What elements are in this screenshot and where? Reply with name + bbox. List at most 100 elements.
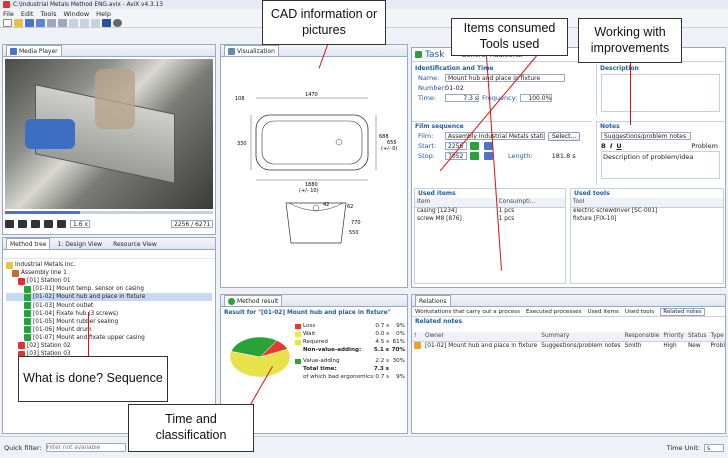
table-row[interactable]: [01-02] Mount hub and place in fixture S…	[412, 341, 725, 351]
tab-used-items[interactable]: Used items	[588, 309, 619, 315]
tab-media-player[interactable]: Media Player	[6, 45, 62, 56]
copy-icon[interactable]	[80, 18, 89, 27]
settings-icon[interactable]	[113, 18, 122, 27]
tree-item-label: [02] Station 02	[27, 342, 71, 349]
tab-method-tree[interactable]: Method tree	[6, 238, 51, 249]
used-tools-section: Used tools Tool electric screwdriver [SC…	[570, 188, 724, 284]
film-field[interactable]: Assembly Industrial Metals station 1.mj	[445, 132, 545, 140]
notes-text[interactable]: Description of problem/idea	[601, 151, 720, 179]
time-unit-select[interactable]: s	[704, 443, 724, 452]
frequency-field[interactable]: 100.0%	[520, 94, 553, 102]
task-icon	[24, 285, 31, 293]
window-title: C:\Industrial Metals Method ENG.avix - A…	[13, 1, 163, 8]
cut-icon[interactable]	[69, 18, 78, 27]
tab-used-tools[interactable]: Used tools	[625, 309, 654, 315]
folder-icon	[6, 261, 13, 269]
notes-dropdown[interactable]: Suggestions/problem notes	[601, 132, 691, 140]
legend-swatch	[295, 348, 301, 353]
tab-related-notes[interactable]: Related notes	[660, 307, 705, 316]
notes-section: Notes Suggestions/problem notes BIU Prob…	[596, 121, 724, 185]
tree-item[interactable]: [01-01] Mount temp. sensor on casing	[6, 285, 212, 293]
task-panel: Task General Additional Identification a…	[411, 47, 726, 288]
open-icon[interactable]	[14, 18, 23, 27]
table-row[interactable]: screw M8 [876] 1 pcs	[415, 215, 565, 223]
tree-item[interactable]: Industrial Metals Inc.	[6, 261, 212, 269]
folder-icon	[18, 277, 25, 285]
film-icon	[10, 47, 17, 55]
dim-left: 330	[237, 141, 247, 147]
tree-item[interactable]: [01-06] Mount drum	[6, 326, 212, 334]
time-field[interactable]: 7.3 s	[445, 94, 479, 102]
save-icon[interactable]	[25, 18, 34, 27]
tree-item-label: [01-03] Mount outlet	[33, 302, 94, 309]
result-time: 2.2 s	[375, 358, 389, 364]
redo-icon[interactable]	[58, 18, 67, 27]
tab-workstations[interactable]: Workstations that carry out a process	[415, 309, 520, 315]
rewind-button[interactable]	[18, 220, 27, 228]
forward-button[interactable]	[44, 220, 53, 228]
media-timeline[interactable]	[5, 211, 213, 214]
set-stop-icon[interactable]	[470, 152, 479, 160]
quick-filter-input[interactable]	[45, 443, 126, 452]
tab-executed-processes[interactable]: Executed processes	[526, 309, 582, 315]
speed-field[interactable]: 1.6 x	[70, 220, 90, 228]
tab-relations[interactable]: Relations	[415, 295, 451, 306]
table-row[interactable]: electric screwdriver [SC-001]	[571, 207, 723, 215]
relations-panel: Relations Workstations that carry out a …	[411, 294, 726, 434]
play-button[interactable]	[31, 220, 40, 228]
tree-item[interactable]: [01-02] Mount hub and place in fixture	[6, 293, 212, 302]
frame-counter[interactable]: 2256 / 6271	[171, 220, 213, 228]
tree-item[interactable]: [02] Station 02	[6, 342, 212, 350]
note-icon	[414, 341, 421, 349]
set-start-icon[interactable]	[470, 142, 479, 150]
tree-item[interactable]: [01-05] Mount rubber sealing	[6, 318, 212, 326]
underline-icon[interactable]: U	[616, 142, 621, 150]
arrow-improve	[630, 63, 631, 125]
table-row[interactable]: fixture [FIX-10]	[571, 215, 723, 223]
italic-icon[interactable]: I	[610, 142, 612, 150]
legend-swatch	[295, 331, 301, 337]
task-title: Task	[425, 49, 445, 60]
table-row[interactable]: casing [1234] 1 pcs	[415, 207, 565, 215]
callout-improve: Working with improvements	[578, 18, 682, 63]
menu-window[interactable]: Window	[64, 10, 90, 18]
description-field[interactable]	[601, 74, 720, 112]
dim-circle: 42	[323, 202, 329, 208]
goto-stop-icon[interactable]	[484, 152, 493, 160]
tab-resource-view[interactable]: Resource View	[109, 238, 161, 249]
result-pct: 0%	[396, 331, 405, 337]
tab-design-view[interactable]: 1: Design View	[53, 238, 106, 249]
tab-visualization[interactable]: Visualization	[224, 45, 279, 56]
tree-item[interactable]: [01-04] Fixate hub (3 screws)	[6, 310, 212, 318]
tree-item[interactable]: Assembly line 1	[6, 269, 212, 277]
name-field[interactable]: Mount hub and place in fixture	[445, 74, 565, 82]
skip-start-button[interactable]	[5, 220, 14, 228]
menu-help[interactable]: Help	[96, 10, 111, 18]
task-icon	[24, 326, 31, 334]
tab-method-result[interactable]: Method result	[224, 295, 283, 306]
tree-item[interactable]: [01] Station 01	[6, 277, 212, 285]
result-time: 7.3 s	[373, 366, 389, 372]
paste-icon[interactable]	[91, 18, 100, 27]
skip-end-button[interactable]	[57, 220, 66, 228]
video-frame	[5, 59, 213, 209]
tree-item[interactable]: [01-07] Mount and fixate upper casing	[6, 334, 212, 342]
tree-item[interactable]: [01-03] Mount outlet	[6, 301, 212, 310]
menu-edit[interactable]: Edit	[21, 10, 34, 18]
used-items-table: Item Consumpti... casing [1234] 1 pcs scre…	[415, 198, 565, 223]
select-button[interactable]: Select...	[548, 131, 581, 141]
used-tools-table: Tool electric screwdriver [SC-001] fixtu…	[571, 198, 723, 223]
save-all-icon[interactable]	[36, 18, 45, 27]
menu-file[interactable]: File	[3, 10, 14, 18]
undo-icon[interactable]	[47, 18, 56, 27]
number-value: 01-02	[445, 84, 464, 92]
result-pct: 70%	[391, 347, 405, 353]
dim-right-c: (+/- 0)	[381, 146, 397, 152]
video-icon[interactable]	[102, 18, 111, 27]
result-time: 0.7 s	[375, 374, 389, 380]
new-icon[interactable]	[3, 18, 12, 27]
menu-tools[interactable]: Tools	[40, 10, 56, 18]
bold-icon[interactable]: B	[601, 142, 606, 150]
result-pct: 61%	[392, 339, 405, 345]
result-row: Total time: 7.3 s	[295, 365, 405, 373]
